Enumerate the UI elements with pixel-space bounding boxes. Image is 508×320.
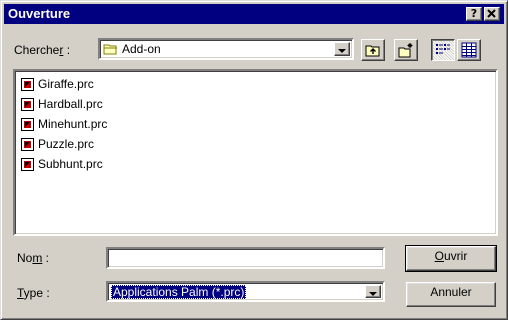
- filename-label: Nom :: [17, 251, 50, 265]
- file-name: Minehunt.prc: [38, 117, 108, 131]
- file-name: Giraffe.prc: [38, 77, 94, 91]
- file-name: Subhunt.prc: [38, 157, 103, 171]
- list-view-button[interactable]: [431, 39, 455, 61]
- lookin-combo[interactable]: Add-on: [98, 38, 354, 60]
- list-view-icon: [436, 44, 450, 54]
- up-folder-button[interactable]: [361, 39, 385, 61]
- up-folder-icon: [365, 45, 380, 57]
- open-dialog: Ouverture ? Chercher : Add-on Giraffe.pr…: [0, 0, 508, 320]
- lookin-value: Add-on: [122, 42, 161, 56]
- file-list[interactable]: Giraffe.prc Hardball.prc Minehunt.prc Pu…: [13, 69, 498, 236]
- cancel-button[interactable]: Annuler: [406, 282, 496, 307]
- dialog-title: Ouverture: [8, 6, 71, 21]
- palm-app-icon: [21, 98, 34, 111]
- open-button[interactable]: Ouvrir: [405, 245, 497, 272]
- filetype-value: Applications Palm (*.prc): [111, 285, 247, 299]
- lookin-label: Chercher :: [14, 43, 71, 57]
- close-icon: [487, 9, 496, 18]
- file-name: Hardball.prc: [38, 97, 103, 111]
- new-folder-icon: [398, 43, 413, 58]
- palm-app-icon: [21, 78, 34, 91]
- palm-app-icon: [21, 118, 34, 131]
- filetype-label: Type :: [17, 286, 50, 300]
- details-view-icon: [461, 42, 477, 58]
- folder-icon: [103, 44, 117, 55]
- close-button[interactable]: [484, 7, 500, 21]
- help-button[interactable]: ?: [466, 7, 482, 21]
- file-name: Puzzle.prc: [38, 137, 95, 151]
- filename-input[interactable]: [106, 247, 385, 269]
- details-view-button[interactable]: [457, 39, 481, 61]
- filetype-combo[interactable]: Applications Palm (*.prc): [106, 281, 385, 302]
- filetype-dropdown-button[interactable]: [365, 285, 381, 298]
- new-folder-button[interactable]: [394, 39, 418, 61]
- title-bar[interactable]: Ouverture ?: [4, 4, 504, 24]
- palm-app-icon: [21, 138, 34, 151]
- palm-app-icon: [21, 158, 34, 171]
- lookin-dropdown-button[interactable]: [334, 42, 350, 56]
